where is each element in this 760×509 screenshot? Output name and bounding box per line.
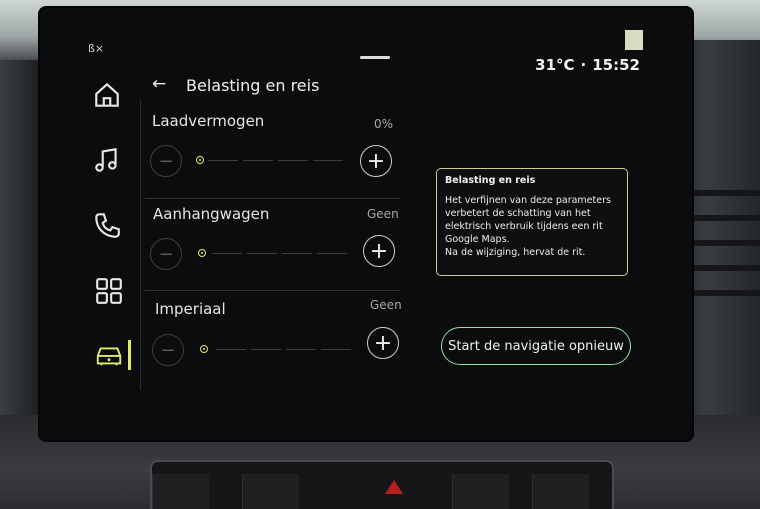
hardware-button-strip [150, 460, 614, 509]
camera-sensor [625, 30, 643, 50]
increase-button[interactable]: + [363, 235, 395, 267]
vent-slat [680, 190, 760, 196]
decrease-button[interactable]: − [150, 238, 182, 270]
music-icon[interactable] [92, 145, 122, 175]
vent-slat [680, 240, 760, 246]
slider-segment [243, 160, 273, 161]
active-indicator [128, 340, 131, 370]
decrease-button[interactable]: − [150, 145, 182, 177]
increase-button[interactable]: + [367, 327, 399, 359]
vent-slat [680, 265, 760, 271]
increase-button[interactable]: + [360, 145, 392, 177]
apps-grid-icon[interactable] [94, 276, 124, 306]
slider-segment [282, 253, 312, 254]
slider-segment [321, 349, 351, 350]
row-divider [145, 198, 400, 199]
temperature: 31°C [535, 56, 575, 74]
slider-track[interactable] [196, 160, 346, 161]
clock: 15:52 [592, 56, 640, 74]
info-line: Het verfijnen van deze parameters [445, 195, 611, 206]
home-icon[interactable] [92, 80, 122, 110]
info-line: verbetert de schatting van het [445, 208, 591, 219]
restart-navigation-button[interactable]: Start de navigatie opnieuw [441, 327, 631, 365]
setting-value-aanhangwagen: Geen [367, 207, 399, 221]
setting-label-aanhangwagen: Aanhangwagen [153, 205, 270, 223]
slider-segment [251, 349, 281, 350]
row-divider [145, 290, 400, 291]
hardware-button [452, 474, 509, 509]
info-box: Belasting en reis Het verfijnen van deze… [436, 168, 628, 276]
vehicle-icon[interactable] [94, 340, 124, 370]
phone-icon[interactable] [92, 210, 122, 240]
slider-segment [216, 349, 246, 350]
profile-small-icon: ß× [88, 42, 105, 55]
slider-segment [286, 349, 316, 350]
slider-segment [317, 253, 347, 254]
slider-segment [278, 160, 308, 161]
setting-label-imperiaal: Imperiaal [155, 300, 226, 318]
status-separator: · [580, 56, 587, 74]
info-line: Google Maps. [445, 234, 510, 245]
slider-segment [208, 160, 238, 161]
setting-value-laadvermogen: 0% [374, 117, 394, 131]
vent-slat [680, 215, 760, 221]
hardware-button [532, 474, 589, 509]
slider-track[interactable] [204, 349, 354, 350]
slider-segment [247, 253, 277, 254]
decrease-button[interactable]: − [152, 334, 184, 366]
dashboard-left [0, 60, 42, 420]
info-line: elektrisch verbruik tijdens een rit [445, 221, 603, 232]
hazard-icon [385, 480, 403, 494]
vent-slat [680, 290, 760, 296]
slider-segment [313, 160, 343, 161]
notification-handle[interactable] [360, 56, 390, 59]
info-line: Na de wijziging, hervat de rit. [445, 247, 586, 258]
hardware-button [152, 474, 209, 509]
status-area: 31°C · 15:52 [535, 56, 640, 74]
hardware-button [242, 474, 299, 509]
slider-knob[interactable] [198, 249, 206, 257]
setting-label-laadvermogen: Laadvermogen [152, 112, 265, 130]
page-title: Belasting en reis [186, 76, 320, 95]
info-title: Belasting en reis [445, 175, 536, 186]
column-divider [140, 100, 141, 390]
slider-knob[interactable] [200, 345, 208, 353]
back-button[interactable]: ← [152, 74, 166, 94]
setting-value-imperiaal: Geen [370, 298, 402, 312]
slider-knob[interactable] [196, 156, 204, 164]
info-body: Het verfijnen van deze parameters verbet… [445, 194, 619, 259]
slider-segment [212, 253, 242, 254]
slider-track[interactable] [200, 253, 350, 254]
